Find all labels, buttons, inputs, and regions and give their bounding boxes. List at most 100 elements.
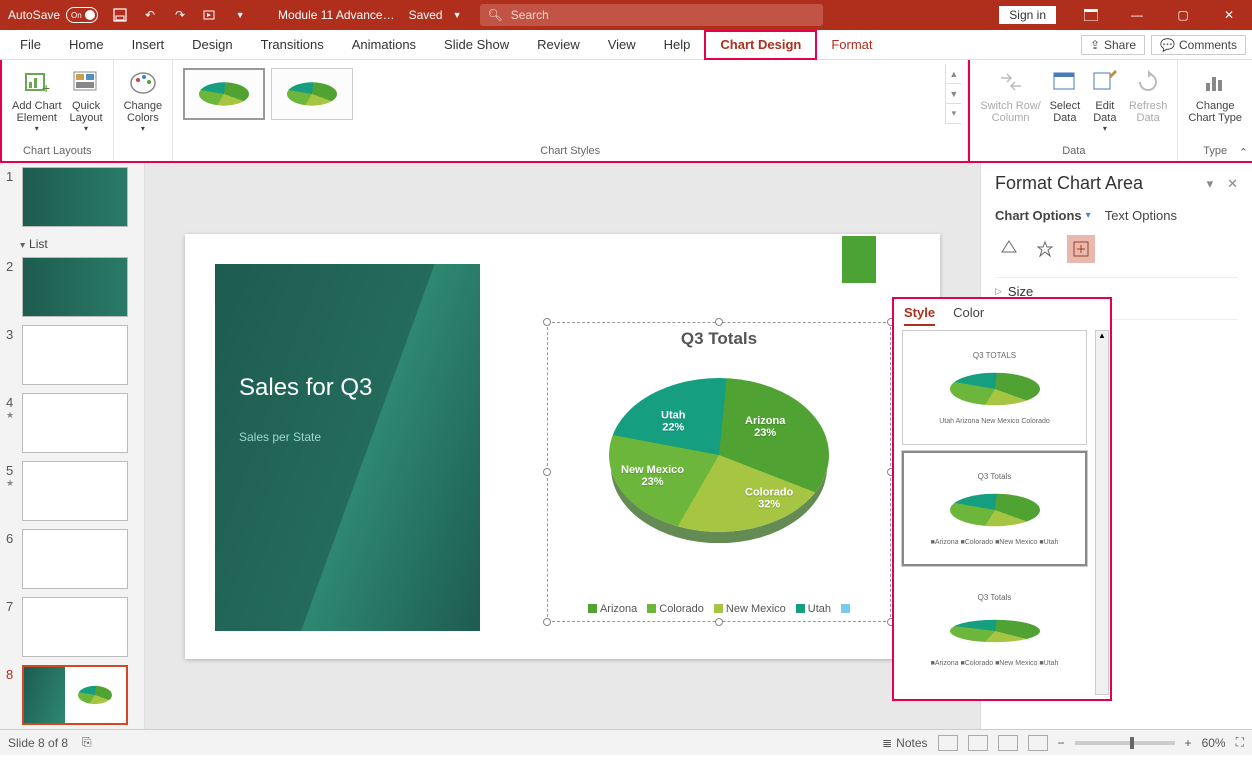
redo-icon[interactable]: ↷ <box>172 7 188 23</box>
search-box[interactable]: 🔍︎ Search <box>480 4 823 26</box>
ribbon-group-change-colors: Change Colors▾ <box>114 60 173 161</box>
normal-view-icon[interactable] <box>938 735 958 751</box>
ribbon-group-label: Data <box>1062 145 1085 159</box>
chart-type-icon <box>1199 66 1231 98</box>
thumb-slide-3[interactable]: 3 <box>6 325 138 385</box>
size-properties-icon[interactable] <box>1067 235 1095 263</box>
minimize-icon[interactable]: — <box>1114 0 1160 30</box>
thumb-slide-7[interactable]: 7 <box>6 597 138 657</box>
close-icon[interactable]: ✕ <box>1206 0 1252 30</box>
menu-chart-design[interactable]: Chart Design <box>704 30 817 60</box>
thumb-slide-2[interactable]: 2 <box>6 257 138 317</box>
add-chart-element-button[interactable]: + Add Chart Element▾ <box>8 64 66 135</box>
quick-layout-button[interactable]: Quick Layout▾ <box>66 64 107 135</box>
notes-icon: ≣ <box>882 736 892 750</box>
text-options-tab[interactable]: Text Options <box>1105 208 1177 223</box>
edit-data-button[interactable]: Edit Data▾ <box>1085 64 1125 135</box>
menu-insert[interactable]: Insert <box>118 30 179 60</box>
chevron-down-icon: ▾ <box>35 124 39 133</box>
flyout-style-list[interactable]: Q3 TOTALSUtah Arizona New Mexico Colorad… <box>894 326 1110 699</box>
zoom-level[interactable]: 60% <box>1202 736 1226 750</box>
accessibility-icon[interactable]: ⎘ <box>82 735 92 750</box>
slide-editor[interactable]: Sales for Q3 Sales per State Q3 Totals U… <box>145 163 980 729</box>
workspace: 1 List 2 3 4★ 5★ 6 7 8 Sales for Q3 Sale… <box>0 163 1252 729</box>
autosave-group: AutoSave On <box>8 7 98 23</box>
flyout-tabs: Style Color <box>894 299 1110 326</box>
maximize-icon[interactable]: ▢ <box>1160 0 1206 30</box>
menu-slideshow[interactable]: Slide Show <box>430 30 523 60</box>
change-colors-button[interactable]: Change Colors▾ <box>120 64 167 135</box>
share-button[interactable]: ⇪Share <box>1081 35 1145 55</box>
status-bar: Slide 8 of 8 ⎘ ≣Notes − + 60% ⛶ <box>0 729 1252 755</box>
scroll-down-icon[interactable]: ▼ <box>946 84 961 104</box>
slide-decoration <box>842 236 876 283</box>
ribbon-display-options-icon[interactable] <box>1068 0 1114 30</box>
format-pane-tabs: Chart Options▾ Text Options <box>995 208 1238 223</box>
autosave-toggle[interactable]: On <box>66 7 98 23</box>
doc-title-dropdown-icon[interactable]: ▼ <box>453 10 462 20</box>
switch-row-column-button: Switch Row/ Column <box>976 64 1045 135</box>
collapse-ribbon-icon[interactable]: ⌃ <box>1239 146 1248 159</box>
flyout-scrollbar[interactable]: ▲ <box>1095 330 1109 695</box>
chart-style-1[interactable] <box>183 68 265 120</box>
zoom-slider[interactable] <box>1075 741 1175 745</box>
quick-access-toolbar: ↶ ↷ ▼ <box>112 7 248 23</box>
slide-counter[interactable]: Slide 8 of 8 <box>8 736 68 750</box>
save-icon[interactable] <box>112 7 128 23</box>
slideshow-view-icon[interactable] <box>1028 735 1048 751</box>
menu-help[interactable]: Help <box>650 30 705 60</box>
menu-transitions[interactable]: Transitions <box>247 30 338 60</box>
menu-file[interactable]: File <box>6 30 55 60</box>
thumb-slide-6[interactable]: 6 <box>6 529 138 589</box>
thumb-slide-5[interactable]: 5★ <box>6 461 138 521</box>
menu-design[interactable]: Design <box>178 30 246 60</box>
slide-thumbnail-panel[interactable]: 1 List 2 3 4★ 5★ 6 7 8 <box>0 163 145 729</box>
thumb-section-list[interactable]: List <box>6 235 138 257</box>
zoom-out-icon[interactable]: − <box>1058 736 1065 750</box>
flyout-style-1[interactable]: Q3 TOTALSUtah Arizona New Mexico Colorad… <box>902 330 1087 445</box>
search-placeholder: Search <box>511 8 549 22</box>
flyout-style-2[interactable]: Q3 Totals■Arizona ■Colorado ■New Mexico … <box>902 451 1087 566</box>
sign-in-button[interactable]: Sign in <box>999 6 1056 24</box>
autosave-label: AutoSave <box>8 8 60 22</box>
reading-view-icon[interactable] <box>998 735 1018 751</box>
menu-view[interactable]: View <box>594 30 650 60</box>
flyout-tab-color[interactable]: Color <box>953 305 984 326</box>
effects-icon[interactable] <box>1031 235 1059 263</box>
fill-line-icon[interactable] <box>995 235 1023 263</box>
slide-sorter-view-icon[interactable] <box>968 735 988 751</box>
qat-dropdown-icon[interactable]: ▼ <box>232 7 248 23</box>
scroll-up-icon[interactable]: ▲ <box>946 64 961 84</box>
thumb-slide-4[interactable]: 4★ <box>6 393 138 453</box>
pane-options-icon[interactable]: ▾ <box>1207 176 1214 192</box>
ribbon-group-data: Switch Row/ Column Select Data Edit Data… <box>970 60 1178 161</box>
menu-home[interactable]: Home <box>55 30 118 60</box>
menu-format[interactable]: Format <box>817 30 886 60</box>
undo-icon[interactable]: ↶ <box>142 7 158 23</box>
chevron-down-icon: ▾ <box>1086 210 1091 221</box>
zoom-in-icon[interactable]: + <box>1185 736 1192 750</box>
notes-button[interactable]: ≣Notes <box>882 736 927 750</box>
chart-legend: Arizona Colorado New Mexico Utah <box>548 603 890 615</box>
pane-close-icon[interactable]: ✕ <box>1227 176 1238 192</box>
menu-review[interactable]: Review <box>523 30 594 60</box>
share-icon: ⇪ <box>1090 38 1100 52</box>
flyout-tab-style[interactable]: Style <box>904 305 935 326</box>
select-data-button[interactable]: Select Data <box>1045 64 1085 135</box>
thumb-slide-1[interactable]: 1 <box>6 167 138 227</box>
expand-gallery-icon[interactable]: ▾ <box>946 104 961 124</box>
chart-title: Q3 Totals <box>548 323 890 349</box>
slide-title-block[interactable]: Sales for Q3 Sales per State <box>215 264 480 631</box>
chart-options-tab[interactable]: Chart Options▾ <box>995 208 1091 223</box>
change-chart-type-button[interactable]: Change Chart Type <box>1184 64 1246 126</box>
slide-title: Sales for Q3 <box>239 374 456 402</box>
start-from-beginning-icon[interactable] <box>202 7 218 23</box>
menu-animations[interactable]: Animations <box>338 30 430 60</box>
chart-area[interactable]: Q3 Totals Utah22% Arizona23% Colorado32%… <box>547 322 891 622</box>
pie-label-colorado: Colorado32% <box>745 486 793 510</box>
flyout-style-3[interactable]: Q3 Totals■Arizona ■Colorado ■New Mexico … <box>902 572 1087 687</box>
thumb-slide-8[interactable]: 8 <box>6 665 138 725</box>
comments-button[interactable]: 💬Comments <box>1151 35 1246 55</box>
fit-to-window-icon[interactable]: ⛶ <box>1236 735 1244 750</box>
chart-style-2[interactable] <box>271 68 353 120</box>
